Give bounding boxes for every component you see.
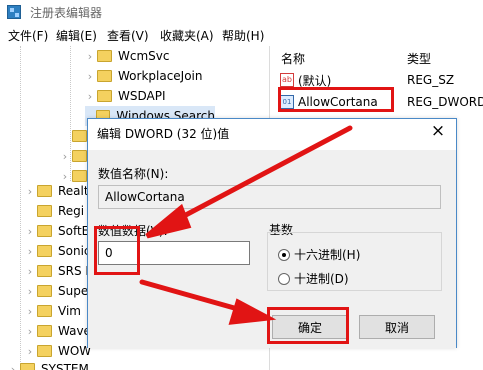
tree-item-label: SYSTEM — [41, 362, 89, 370]
expand-chevron-icon[interactable]: › — [25, 345, 35, 358]
dec-radio[interactable]: 十进制(D) — [278, 270, 349, 287]
value-name-label: 数值名称(N): — [98, 167, 169, 181]
tree-item-realt[interactable]: › Realt — [25, 181, 89, 201]
registry-editor-icon — [7, 5, 21, 19]
column-header-name[interactable]: 名称 — [281, 50, 305, 67]
expand-chevron-icon[interactable]: › — [25, 185, 35, 198]
radio-dot-icon — [282, 252, 286, 257]
tree-item-label: Wave — [58, 324, 91, 338]
dialog-title: 编辑 DWORD (32 位)值 — [97, 127, 230, 141]
highlight-box-allowcortana — [278, 87, 394, 112]
tree-item-wcmsvc[interactable]: › WcmSvc — [85, 46, 170, 66]
menu-file[interactable]: 文件(F) — [8, 27, 48, 44]
tree-item-label: Supe — [58, 284, 89, 298]
tree-item-label: Vim — [58, 304, 81, 318]
value-name: (默认) — [298, 73, 332, 88]
expand-chevron-icon[interactable]: › — [25, 325, 35, 338]
expand-chevron-icon[interactable]: › — [85, 70, 95, 83]
folder-icon — [37, 265, 52, 277]
expand-chevron-icon[interactable]: › — [25, 245, 35, 258]
close-icon[interactable]: × — [425, 121, 451, 143]
highlight-box-value-data — [94, 226, 140, 275]
folder-icon — [37, 345, 52, 357]
registry-editor-window: 注册表编辑器 文件(F) 编辑(E) 查看(V) 收藏夹(A) 帮助(H) › W… — [0, 0, 483, 370]
radio-selected-icon — [278, 248, 290, 261]
tree-item-supe[interactable]: › Supe — [25, 281, 88, 301]
folder-icon — [37, 225, 52, 237]
radio-unselected-icon — [278, 272, 290, 285]
menu-help[interactable]: 帮助(H) — [222, 27, 264, 44]
string-value-icon: ab — [280, 73, 294, 87]
folder-icon — [37, 305, 52, 317]
folder-icon — [37, 205, 52, 217]
tree-item-label: Sonic — [58, 244, 91, 258]
title-bar: 注册表编辑器 — [0, 0, 483, 24]
folder-icon — [72, 150, 87, 162]
expand-chevron-icon[interactable]: › — [85, 50, 95, 63]
expand-chevron-icon[interactable]: › — [25, 285, 35, 298]
tree-guide-line — [20, 46, 21, 370]
tree-item-label: WorkplaceJoin — [118, 69, 203, 83]
tree-item-wsdapi[interactable]: › WSDAPI — [85, 86, 166, 106]
dec-radio-label: 十进制(D) — [294, 272, 349, 286]
cancel-button[interactable]: 取消 — [359, 315, 435, 339]
menu-view[interactable]: 查看(V) — [107, 27, 149, 44]
folder-icon — [97, 90, 112, 102]
folder-icon — [20, 363, 35, 370]
expand-chevron-icon[interactable]: › — [25, 265, 35, 278]
tree-item-srs[interactable]: › SRS L — [25, 261, 92, 281]
expand-chevron-icon[interactable]: › — [25, 305, 35, 318]
expand-chevron-icon[interactable]: › — [85, 90, 95, 103]
tree-item-vim[interactable]: › Vim — [25, 301, 81, 321]
hex-radio[interactable]: 十六进制(H) — [278, 246, 360, 263]
tree-item-label: WSDAPI — [118, 89, 166, 103]
menu-edit[interactable]: 编辑(E) — [56, 27, 97, 44]
folder-icon — [97, 50, 112, 62]
tree-item-wave[interactable]: › Wave — [25, 321, 91, 341]
highlight-box-ok-button — [267, 307, 349, 344]
column-header-type[interactable]: 类型 — [407, 50, 431, 67]
folder-icon — [37, 245, 52, 257]
tree-item-label: Regi — [58, 204, 85, 218]
folder-icon — [37, 325, 52, 337]
folder-icon — [37, 185, 52, 197]
tree-item-label: SoftE — [58, 224, 90, 238]
tree-item-label: WcmSvc — [118, 49, 170, 63]
expand-chevron-icon[interactable]: › — [60, 150, 70, 163]
tree-item-regi[interactable]: Regi — [25, 201, 84, 221]
folder-icon — [37, 285, 52, 297]
tree-item-workplacejoin[interactable]: › WorkplaceJoin — [85, 66, 203, 86]
hex-radio-label: 十六进制(H) — [294, 248, 361, 262]
tree-item-wow[interactable]: › WOW — [25, 341, 91, 361]
tree-item-system[interactable]: › SYSTEM — [8, 359, 89, 370]
value-name-field: AllowCortana — [98, 185, 441, 209]
tree-item-softe[interactable]: › SoftE — [25, 221, 89, 241]
tree-item-label: Realt — [58, 184, 89, 198]
window-title: 注册表编辑器 — [30, 6, 103, 20]
value-type: REG_DWORD — [407, 95, 483, 109]
expand-chevron-icon[interactable]: › — [8, 363, 18, 370]
value-type: REG_SZ — [407, 73, 455, 87]
folder-icon — [97, 70, 112, 82]
expand-chevron-icon[interactable]: › — [25, 225, 35, 238]
tree-item-sonic[interactable]: › Sonic — [25, 241, 91, 261]
menu-favorites[interactable]: 收藏夹(A) — [160, 27, 214, 44]
folder-icon — [72, 130, 87, 142]
menu-bar: 文件(F) 编辑(E) 查看(V) 收藏夹(A) 帮助(H) — [0, 25, 483, 45]
